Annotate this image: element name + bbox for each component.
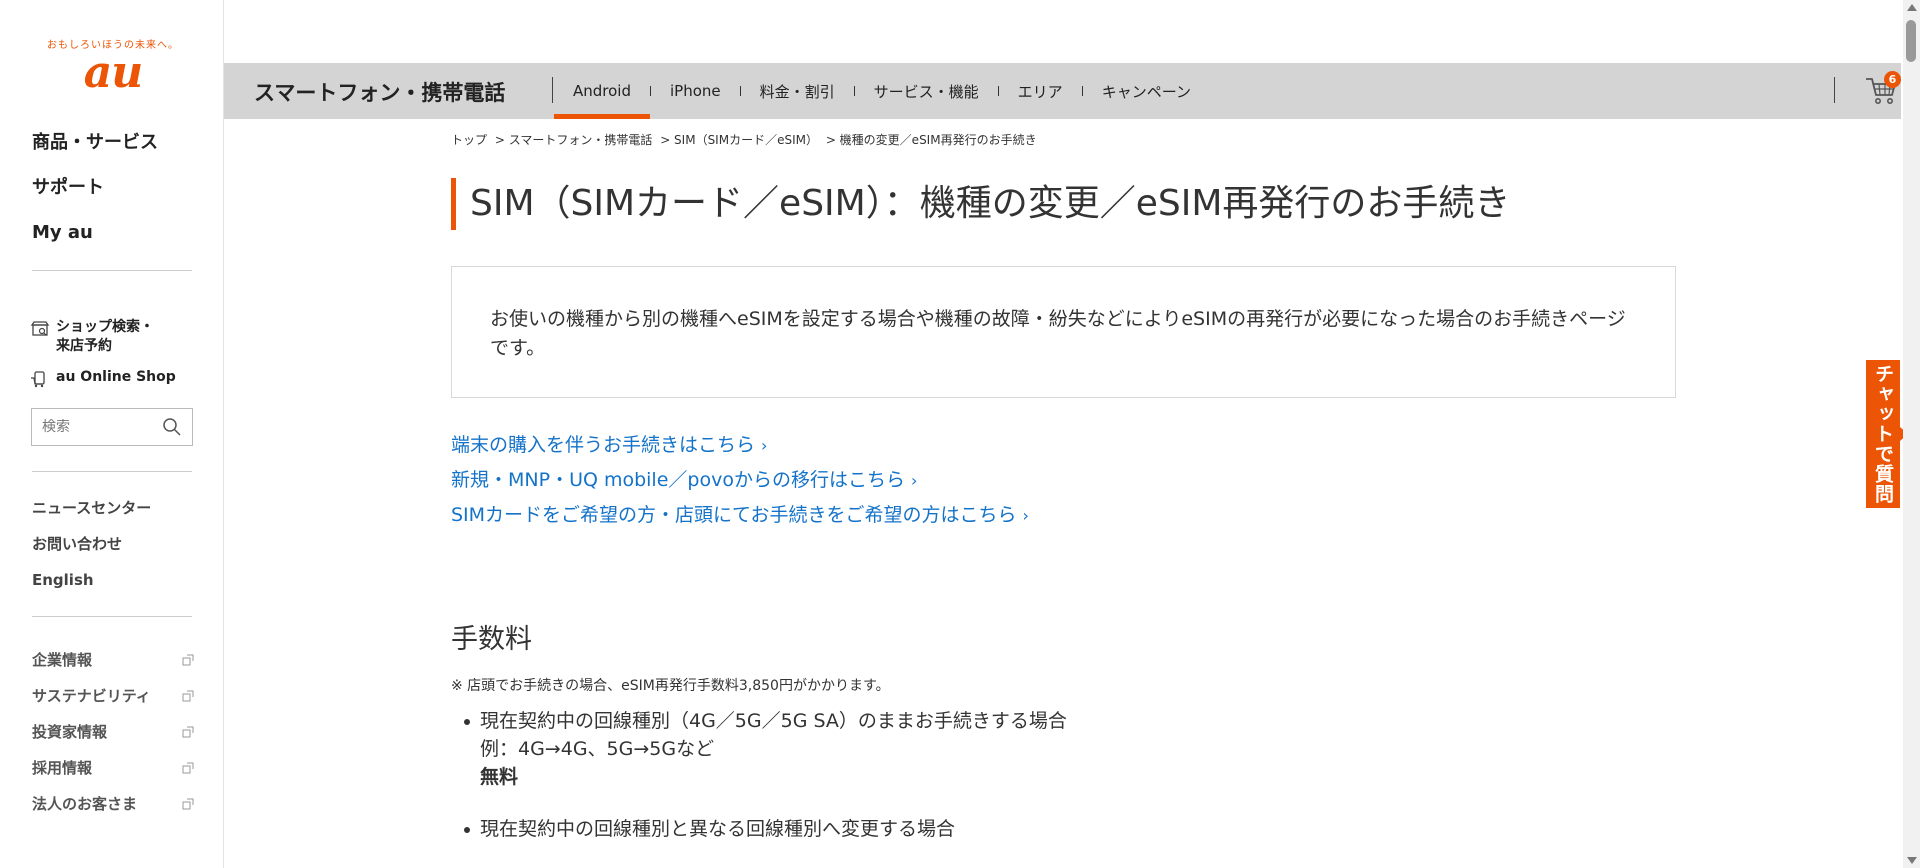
shop-links: ショップ検索・来店予約 au Online Shop (30, 318, 200, 400)
shop-search-label: ショップ検索・来店予約 (56, 319, 154, 354)
sidebar-divider (32, 471, 192, 472)
fees-heading: 手数料 (451, 624, 532, 655)
scroll-down-icon[interactable] (1907, 857, 1917, 864)
fee-note: ※ 店頭でお手続きの場合、eSIM再発行手数料3,850円がかかります。 (451, 678, 890, 694)
corporate-nav: 企業情報 サステナビリティ 投資家情報 採用情報 法人のお客さま (32, 642, 194, 822)
au-logo[interactable]: おもしろいほうの未来へ。 au (40, 36, 186, 95)
intro-text: お使いの機種から別の機種へeSIMを設定する場合や機種の故障・紛失などによりeS… (490, 308, 1626, 359)
sidebar-divider (32, 616, 192, 617)
cart-count-badge: 6 (1884, 71, 1901, 88)
main-content: トップ > スマートフォン・携帯電話 > SIM（SIMカード／eSIM） > … (451, 119, 1676, 867)
category-title[interactable]: スマートフォン・携帯電話 (254, 77, 505, 107)
breadcrumb-smartphone[interactable]: > スマートフォン・携帯電話 (495, 133, 653, 147)
fee-case-example: 例：4G→4G、5G→5Gなど (480, 738, 715, 760)
nav-products-services[interactable]: 商品・サービス (32, 130, 192, 175)
breadcrumb-current: > 機種の変更／eSIM再発行のお手続き (825, 133, 1037, 147)
related-links: 端末の購入を伴うお手続きはこちら › 新規・MNP・UQ mobile／povoか… (451, 428, 1676, 533)
breadcrumb-sim[interactable]: > SIM（SIMカード／eSIM） (660, 133, 818, 147)
nav-my-au[interactable]: My au (32, 220, 192, 265)
shop-search-icon (30, 321, 50, 336)
search-input[interactable] (42, 419, 152, 435)
chevron-right-icon: › (761, 436, 768, 455)
tab-services-features[interactable]: サービス・機能 (855, 63, 998, 119)
fee-case-price: 無料 (480, 766, 519, 788)
fee-case-different-type: 現在契約中の回線種別と異なる回線種別へ変更する場合 (480, 818, 956, 840)
nav-news-center[interactable]: ニュースセンター (32, 498, 192, 534)
external-link-icon (182, 690, 194, 702)
page-title: SIM（SIMカード／eSIM）：機種の変更／eSIM再発行のお手続き (451, 178, 1676, 230)
intro-box: お使いの機種から別の機種へeSIMを設定する場合や機種の故障・紛失などによりeS… (451, 266, 1676, 398)
nav-investor-relations-label: 投資家情報 (32, 723, 108, 741)
sidebar-divider (32, 270, 192, 271)
tab-iphone[interactable]: iPhone (651, 63, 740, 119)
chevron-right-icon: › (910, 471, 918, 490)
nav-investor-relations[interactable]: 投資家情報 (32, 714, 194, 750)
nav-sustainability-label: サステナビリティ (32, 687, 151, 705)
search-box (31, 408, 193, 446)
chevron-right-icon: › (1022, 506, 1029, 525)
category-tabs: Android iPhone 料金・割引 サービス・機能 エリア キャンペーン (554, 63, 1210, 119)
scrollbar-thumb[interactable] (1906, 20, 1916, 62)
header-divider (552, 77, 553, 103)
nav-sustainability[interactable]: サステナビリティ (32, 678, 194, 714)
nav-business-customers-label: 法人のお客さま (32, 795, 138, 813)
chat-question-tab[interactable]: チャットで質問 (1866, 360, 1900, 508)
breadcrumb-top[interactable]: トップ (451, 133, 487, 147)
tab-campaign[interactable]: キャンペーン (1083, 63, 1210, 119)
tab-pricing-discounts[interactable]: 料金・割引 (741, 63, 854, 119)
online-shop-label: au Online Shop (56, 369, 176, 385)
sim-card-store-link-label: SIMカードをご希望の方・店頭にてお手続きをご希望の方はこちら (451, 504, 1017, 526)
fee-list: 現在契約中の回線種別（4G／5G／5G SA）のままお手続きする場合 例：4G→… (451, 707, 1676, 843)
page-scrollbar[interactable] (1903, 0, 1920, 868)
device-purchase-link[interactable]: 端末の購入を伴うお手続きはこちら › (451, 428, 1676, 463)
nav-corporate-info[interactable]: 企業情報 (32, 642, 194, 678)
sim-card-store-link[interactable]: SIMカードをご希望の方・店頭にてお手続きをご希望の方はこちら › (451, 498, 1676, 533)
tab-android[interactable]: Android (554, 63, 650, 119)
header-divider (1834, 77, 1835, 103)
list-item: 現在契約中の回線種別と異なる回線種別へ変更する場合 (451, 815, 1676, 843)
nav-corporate-info-label: 企業情報 (32, 651, 93, 669)
nav-business-customers[interactable]: 法人のお客さま (32, 786, 194, 822)
external-link-icon (182, 762, 194, 774)
new-mnp-link[interactable]: 新規・MNP・UQ mobile／povoからの移行はこちら › (451, 463, 1676, 498)
nav-contact[interactable]: お問い合わせ (32, 534, 192, 570)
nav-recruiting-label: 採用情報 (32, 759, 93, 777)
online-shop-link[interactable]: au Online Shop (30, 368, 200, 388)
primary-nav: 商品・サービス サポート My au (32, 130, 192, 265)
external-link-icon (182, 654, 194, 666)
fee-case-same-type: 現在契約中の回線種別（4G／5G／5G SA）のままお手続きする場合 (480, 710, 1067, 732)
online-shop-icon (31, 371, 45, 388)
tab-area[interactable]: エリア (999, 63, 1082, 119)
device-purchase-link-label: 端末の購入を伴うお手続きはこちら (451, 434, 756, 456)
nav-english[interactable]: English (32, 570, 192, 606)
sidebar: おもしろいほうの未来へ。 au 商品・サービス サポート My au ショップ検… (0, 0, 224, 868)
breadcrumb: トップ > スマートフォン・携帯電話 > SIM（SIMカード／eSIM） > … (451, 131, 1676, 148)
new-mnp-link-label: 新規・MNP・UQ mobile／povoからの移行はこちら (451, 469, 905, 491)
nav-support[interactable]: サポート (32, 175, 192, 220)
shop-search-link[interactable]: ショップ検索・来店予約 (30, 318, 200, 356)
search-icon[interactable] (162, 417, 182, 437)
logo-mark: au (83, 47, 144, 98)
nav-recruiting[interactable]: 採用情報 (32, 750, 194, 786)
category-header: スマートフォン・携帯電話 Android iPhone 料金・割引 サービス・機… (224, 63, 1901, 119)
sub-nav: ニュースセンター お問い合わせ English (32, 498, 192, 606)
external-link-icon (182, 726, 194, 738)
external-link-icon (182, 798, 194, 810)
list-item: 現在契約中の回線種別（4G／5G／5G SA）のままお手続きする場合 例：4G→… (451, 707, 1676, 791)
scroll-up-icon[interactable] (1907, 4, 1917, 11)
